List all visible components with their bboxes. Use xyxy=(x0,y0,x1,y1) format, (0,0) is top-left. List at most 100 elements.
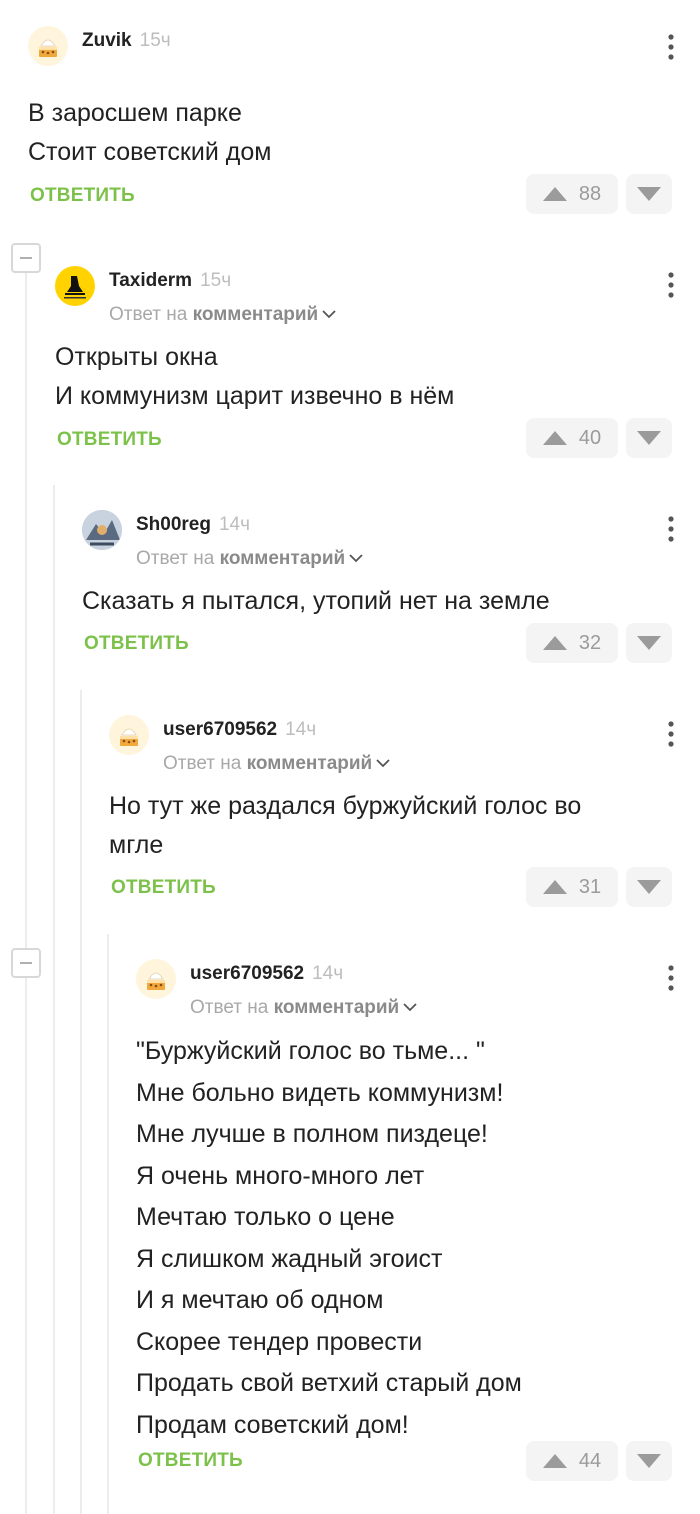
comment-body: В заросшем парке Стоит советский дом xyxy=(28,94,680,172)
reply-to-target: комментарий xyxy=(246,753,373,774)
chevron-down-icon xyxy=(403,1003,417,1012)
reply-button[interactable]: ОТВЕТИТЬ xyxy=(84,633,189,655)
reply-button[interactable]: ОТВЕТИТЬ xyxy=(138,1450,243,1472)
comment-line: Мне больно видеть коммунизм! xyxy=(136,1078,504,1107)
comment-line: Сказать я пытался, утопий нет на земле xyxy=(82,587,550,615)
arrow-down-icon xyxy=(637,1454,661,1468)
downvote-button[interactable] xyxy=(626,1441,672,1481)
comment-line: Я слишком жадный эгоист xyxy=(136,1244,443,1273)
vote-count: 32 xyxy=(578,631,602,654)
more-vertical-icon[interactable] xyxy=(668,721,674,747)
thread-line-level-1 xyxy=(25,272,27,1514)
thread-line-level-4 xyxy=(107,934,109,1514)
comment-body: Открыты окна И коммунизм царит извечно в… xyxy=(55,338,680,416)
author-name[interactable]: user6709562 14ч xyxy=(163,719,316,741)
upvote-button[interactable]: 32 xyxy=(526,623,618,663)
comment: Taxiderm 15ч Ответ на комментарий Открыты… xyxy=(55,266,700,466)
vote-count: 88 xyxy=(578,182,602,205)
upvote-button[interactable]: 31 xyxy=(526,867,618,907)
thread-line-level-3 xyxy=(80,690,82,1514)
arrow-up-icon xyxy=(542,431,567,445)
arrow-up-icon xyxy=(542,880,567,894)
vote-controls: 32 xyxy=(526,623,672,663)
comment-line: И коммунизм царит извечно в нём xyxy=(55,382,455,410)
comment-line: Я очень много-много лет xyxy=(136,1161,425,1190)
chevron-down-icon xyxy=(349,554,363,563)
downvote-button[interactable] xyxy=(626,174,672,214)
more-vertical-icon[interactable] xyxy=(668,272,674,298)
more-vertical-icon[interactable] xyxy=(668,965,674,991)
reply-to-prefix: Ответ на xyxy=(136,548,215,569)
collapse-minus-icon[interactable] xyxy=(11,243,41,273)
arrow-down-icon xyxy=(637,880,661,894)
avatar[interactable] xyxy=(136,959,176,999)
reply-button[interactable]: ОТВЕТИТЬ xyxy=(57,429,162,451)
comment-age: 14ч xyxy=(218,514,251,535)
reply-to-link[interactable]: Ответ на комментарий xyxy=(136,548,363,570)
comment-line: Скорее тендер провести xyxy=(136,1327,423,1356)
comment-line: И я мечтаю об одном xyxy=(136,1286,384,1314)
vote-controls: 44 xyxy=(526,1441,672,1481)
comment-body: "Буржуйский голос во тьме... " Мне больн… xyxy=(136,1031,680,1446)
vote-count: 44 xyxy=(578,1449,602,1472)
reply-button[interactable]: ОТВЕТИТЬ xyxy=(30,185,135,207)
reply-to-target: комментарий xyxy=(219,548,346,569)
downvote-button[interactable] xyxy=(626,623,672,663)
comment-body: Сказать я пытался, утопий нет на земле xyxy=(82,582,680,621)
reply-to-link[interactable]: Ответ на комментарий xyxy=(163,753,390,775)
arrow-up-icon xyxy=(542,636,567,650)
reply-to-link[interactable]: Ответ на комментарий xyxy=(109,304,336,326)
comment-age: 15ч xyxy=(139,30,171,51)
vote-controls: 31 xyxy=(526,867,672,907)
comment: user6709562 14ч Ответ на комментарий "Бур… xyxy=(136,959,700,1489)
comment-line: Мечтаю только о цене xyxy=(136,1203,395,1231)
comment: user6709562 14ч Ответ на комментарий Но т… xyxy=(109,715,700,915)
avatar[interactable] xyxy=(109,715,149,755)
comment-line: Но тут же раздался буржуйский голос во xyxy=(109,792,582,820)
upvote-button[interactable]: 88 xyxy=(526,174,618,214)
author-name-text: Sh00reg xyxy=(136,514,211,535)
reply-to-target: комментарий xyxy=(273,997,400,1018)
comment-age: 14ч xyxy=(312,963,344,984)
comment-line: Продам советский дом! xyxy=(136,1410,409,1439)
more-vertical-icon[interactable] xyxy=(668,34,674,60)
vote-controls: 40 xyxy=(526,418,672,458)
reply-to-prefix: Ответ на xyxy=(109,304,188,325)
comment-line: "Буржуйский голос во тьме... " xyxy=(136,1037,485,1065)
author-name-text: Zuvik xyxy=(82,30,132,51)
comment-age: 15ч xyxy=(200,270,232,291)
reply-button[interactable]: ОТВЕТИТЬ xyxy=(111,877,216,899)
comment-age: 14ч xyxy=(285,719,317,740)
more-vertical-icon[interactable] xyxy=(668,516,674,542)
comment-line: Мне лучше в полном пиздеце! xyxy=(136,1120,488,1148)
author-name[interactable]: user6709562 14ч xyxy=(190,963,343,985)
vote-count: 40 xyxy=(578,426,602,449)
author-name[interactable]: Sh00reg 14ч xyxy=(136,514,250,536)
reply-to-link[interactable]: Ответ на комментарий xyxy=(190,997,417,1019)
upvote-button[interactable]: 40 xyxy=(526,418,618,458)
comment-line: Стоит советский дом xyxy=(28,138,272,166)
comment-body: Но тут же раздался буржуйский голос во м… xyxy=(109,787,680,865)
reply-to-prefix: Ответ на xyxy=(190,997,269,1018)
comment: Zuvik 15ч В заросшем парке Стоит советски… xyxy=(28,26,700,226)
comment-line: мгле xyxy=(109,831,164,859)
downvote-button[interactable] xyxy=(626,418,672,458)
comment-line: Продать свой ветхий старый дом xyxy=(136,1369,522,1397)
arrow-up-icon xyxy=(542,187,567,201)
arrow-up-icon xyxy=(542,1454,567,1468)
author-name[interactable]: Taxiderm 15ч xyxy=(109,270,231,292)
reply-to-prefix: Ответ на xyxy=(163,753,242,774)
reply-to-target: комментарий xyxy=(192,304,319,325)
avatar[interactable] xyxy=(82,510,122,550)
chevron-down-icon xyxy=(376,759,390,768)
author-name[interactable]: Zuvik 15ч xyxy=(82,30,171,52)
collapse-minus-icon[interactable] xyxy=(11,948,41,978)
upvote-button[interactable]: 44 xyxy=(526,1441,618,1481)
author-name-text: user6709562 xyxy=(190,963,305,984)
downvote-button[interactable] xyxy=(626,867,672,907)
comment-line: Открыты окна xyxy=(55,343,218,371)
avatar[interactable] xyxy=(28,26,68,66)
author-name-text: user6709562 xyxy=(163,719,278,740)
arrow-down-icon xyxy=(637,187,661,201)
avatar[interactable] xyxy=(55,266,95,306)
